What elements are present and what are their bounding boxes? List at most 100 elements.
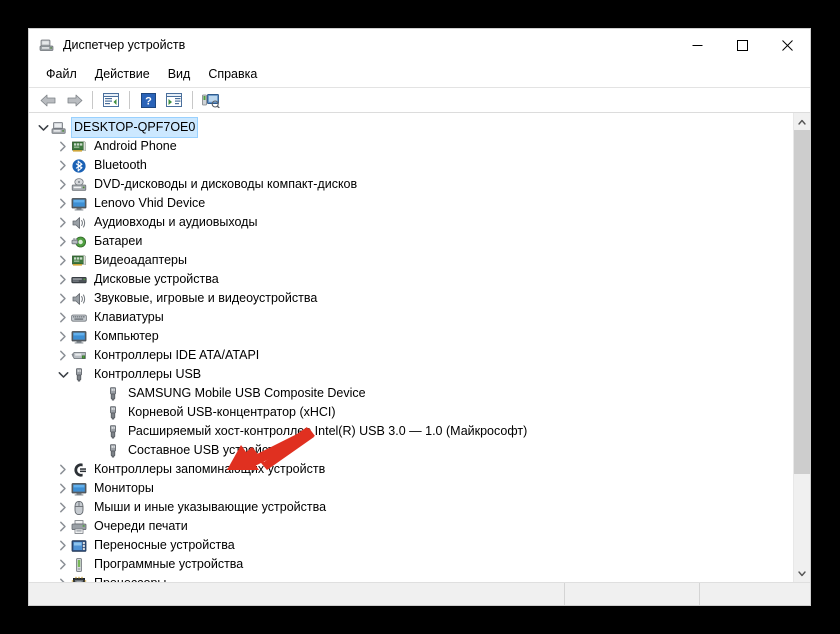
chevron-right-icon: [60, 483, 66, 494]
scan-hardware-icon: [202, 93, 220, 108]
tree-expander[interactable]: [55, 329, 71, 345]
processor-icon: [71, 576, 87, 582]
menu-help[interactable]: Справка: [199, 64, 266, 84]
scrollbar-thumb[interactable]: [794, 130, 810, 474]
tree-expander[interactable]: [55, 348, 71, 364]
tree-node[interactable]: SAMSUNG Mobile USB Composite Device: [29, 384, 793, 403]
toolbar-separator: [192, 91, 193, 109]
tree-node[interactable]: Расширяемый хост-контроллер Intel(R) USB…: [29, 422, 793, 441]
scan-hardware-button[interactable]: [198, 89, 224, 111]
storage-controller-icon: [71, 462, 87, 478]
tree-expander[interactable]: [55, 462, 71, 478]
scroll-up-button[interactable]: [794, 113, 810, 130]
storage-controller-icon: [74, 462, 86, 477]
adapter-card-icon: [72, 140, 86, 152]
close-button[interactable]: [765, 29, 810, 61]
keyboard-icon: [71, 310, 87, 326]
forward-arrow-icon: [67, 94, 82, 106]
tree-expander[interactable]: [55, 158, 71, 174]
usb-icon: [110, 424, 116, 438]
menu-view[interactable]: Вид: [159, 64, 200, 84]
chevron-right-icon: [60, 312, 66, 323]
tree-expander[interactable]: [55, 538, 71, 554]
tree-expander[interactable]: [55, 177, 71, 193]
tree-expander[interactable]: [55, 272, 71, 288]
tree-node-label: Контроллеры запоминающих устройств: [94, 462, 326, 476]
monitor-icon: [71, 481, 87, 497]
tree-node[interactable]: DESKTOP-QPF7OE0: [29, 117, 793, 138]
monitor-icon: [71, 330, 87, 343]
menu-file[interactable]: Файл: [37, 64, 86, 84]
battery-icon: [71, 234, 87, 250]
tree-expander[interactable]: [35, 120, 51, 136]
tree-node[interactable]: Аудиовходы и аудиовыходы: [29, 213, 793, 232]
vertical-scrollbar[interactable]: [793, 113, 810, 582]
tree-node[interactable]: Процессоры: [29, 574, 793, 582]
minimize-button[interactable]: [675, 29, 720, 61]
update-drivers-button[interactable]: [161, 89, 187, 111]
tree-node[interactable]: DVD-дисководы и дисководы компакт-дисков: [29, 175, 793, 194]
toolbar: ?: [29, 87, 810, 113]
tree-expander[interactable]: [55, 234, 71, 250]
tree-expander[interactable]: [55, 139, 71, 155]
speaker-icon: [71, 215, 87, 231]
tree-node-label: Переносные устройства: [94, 538, 235, 552]
maximize-button[interactable]: [720, 29, 765, 61]
tree-node[interactable]: Контроллеры запоминающих устройств: [29, 460, 793, 479]
tree-node[interactable]: Android Phone: [29, 137, 793, 156]
tree-expander[interactable]: [55, 481, 71, 497]
tree-expander[interactable]: [55, 253, 71, 269]
tree-node-label: Видеоадаптеры: [94, 253, 187, 267]
tree-node[interactable]: Программные устройства: [29, 555, 793, 574]
chevron-right-icon: [60, 502, 66, 513]
tree-node[interactable]: Bluetooth: [29, 156, 793, 175]
tree-node-label: Составное USB устройство: [128, 443, 288, 457]
tree-node[interactable]: Составное USB устройство: [29, 441, 793, 460]
tree-node[interactable]: Контроллеры USB: [29, 365, 793, 384]
tree-node[interactable]: Мониторы: [29, 479, 793, 498]
tree-node[interactable]: Мыши и иные указывающие устройства: [29, 498, 793, 517]
tree-expander[interactable]: [55, 576, 71, 582]
tree-node[interactable]: Клавиатуры: [29, 308, 793, 327]
bluetooth-icon: [72, 158, 86, 173]
tree-node[interactable]: Видеоадаптеры: [29, 251, 793, 270]
tree-node-label: Процессоры: [92, 574, 168, 582]
forward-button[interactable]: [61, 89, 87, 111]
tree-expander[interactable]: [55, 500, 71, 516]
tree-node-label: Корневой USB-концентратор (xHCI): [128, 405, 336, 419]
device-tree[interactable]: DESKTOP-QPF7OE0 Android Phone Bluetooth DVD…: [29, 113, 793, 582]
scrollbar-track[interactable]: [794, 130, 810, 565]
tree-node-label: Дисковые устройства: [94, 272, 219, 286]
tree-node[interactable]: Контроллеры IDE ATA/ATAPI: [29, 346, 793, 365]
dvd-drive-icon: [71, 177, 87, 191]
tree-expander[interactable]: [55, 196, 71, 212]
help-button[interactable]: ?: [135, 89, 161, 111]
tree-expander[interactable]: [55, 310, 71, 326]
tree-node[interactable]: Компьютер: [29, 327, 793, 346]
tree-expander[interactable]: [55, 519, 71, 535]
menu-action[interactable]: Действие: [86, 64, 159, 84]
battery-icon: [71, 236, 87, 247]
toolbar-separator: [92, 91, 93, 109]
tree-node[interactable]: Lenovo Vhid Device: [29, 194, 793, 213]
back-button[interactable]: [35, 89, 61, 111]
tree-node-label: DVD-дисководы и дисководы компакт-дисков: [94, 177, 358, 191]
tree-node[interactable]: Переносные устройства: [29, 536, 793, 555]
portable-device-icon: [71, 539, 87, 552]
tree-node[interactable]: Очереди печати: [29, 517, 793, 536]
tree-expander[interactable]: [55, 291, 71, 307]
tree-node[interactable]: Звуковые, игровые и видеоустройства: [29, 289, 793, 308]
disk-drive-icon: [71, 276, 87, 283]
tree-node[interactable]: Дисковые устройства: [29, 270, 793, 289]
scroll-down-button[interactable]: [794, 565, 810, 582]
tree-expander-placeholder: [89, 386, 105, 402]
tree-node[interactable]: Батареи: [29, 232, 793, 251]
tree-node[interactable]: Корневой USB-концентратор (xHCI): [29, 403, 793, 422]
properties-button[interactable]: [98, 89, 124, 111]
tree-expander[interactable]: [55, 557, 71, 573]
tree-expander[interactable]: [55, 215, 71, 231]
tree-node-label: Очереди печати: [94, 519, 188, 533]
close-icon: [782, 39, 793, 51]
tree-expander[interactable]: [55, 367, 71, 383]
chevron-right-icon: [60, 464, 66, 475]
